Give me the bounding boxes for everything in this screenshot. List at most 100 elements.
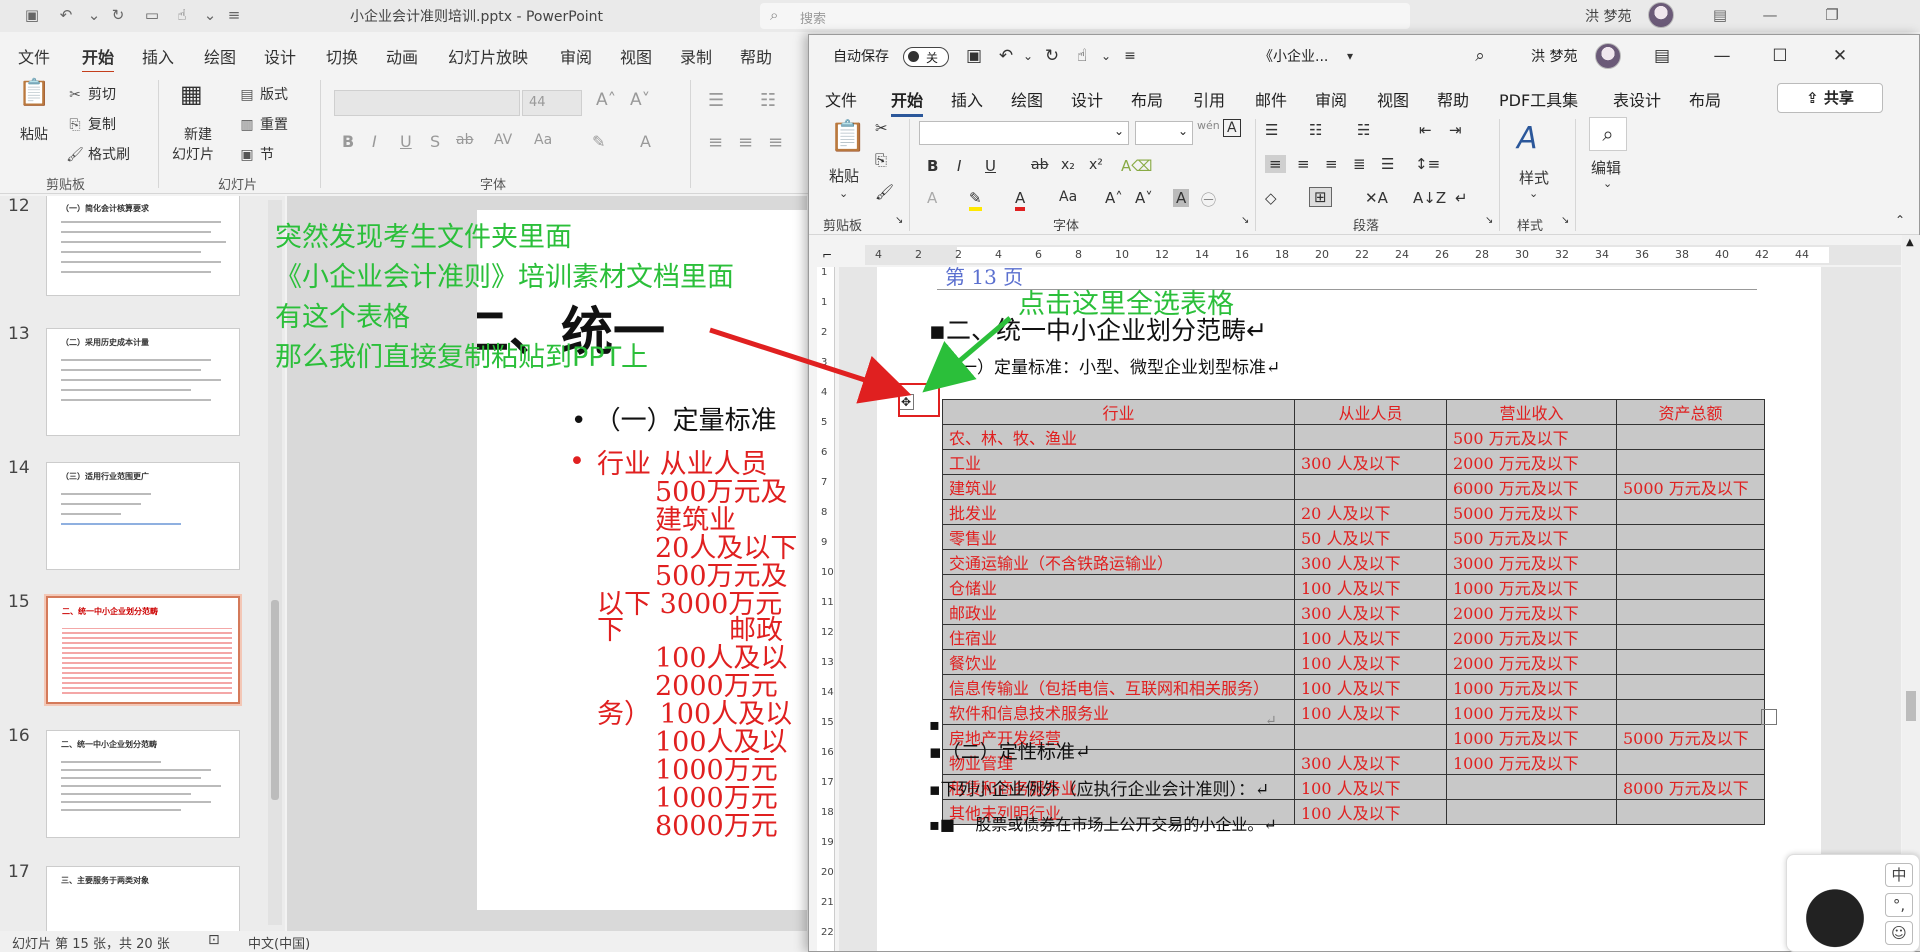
brush-icon[interactable]: 🖌: [875, 183, 894, 201]
table-cell[interactable]: 信息传输业（包括电信、互联网和相关服务）: [942, 674, 1295, 700]
dialog-launcher-icon[interactable]: ↘: [1241, 215, 1249, 226]
scroll-up-icon[interactable]: ▲: [1906, 237, 1914, 248]
tab-help[interactable]: 帮助: [740, 44, 772, 68]
font-size-combo[interactable]: 44: [522, 90, 582, 116]
italic-icon[interactable]: I: [957, 157, 961, 175]
tab-view[interactable]: 视图: [1377, 87, 1409, 111]
clipboard-icon[interactable]: 📋: [829, 119, 866, 154]
table-header-cell[interactable]: 从业人员: [1294, 399, 1447, 425]
ime-toolbar[interactable]: 中 °, ☺: [1786, 854, 1920, 952]
table-cell[interactable]: [1616, 699, 1765, 725]
table-cell[interactable]: 300 人及以下: [1294, 599, 1447, 625]
language-status[interactable]: 中文(中国): [248, 933, 310, 952]
strikethrough-icon[interactable]: ab: [456, 132, 473, 148]
ppt-user-name[interactable]: 洪 梦苑: [1585, 6, 1631, 26]
slide-thumbnail[interactable]: 二、统一中小企业划分范畴: [46, 730, 240, 838]
align-right-icon[interactable]: ≡: [768, 132, 783, 153]
table-cell[interactable]: 工业: [942, 449, 1295, 475]
table-cell[interactable]: 零售业: [942, 524, 1295, 550]
numbering-icon[interactable]: ☷: [1309, 121, 1322, 139]
justify-icon[interactable]: ≣: [1353, 155, 1366, 173]
table-cell[interactable]: 500 万元及以下: [1446, 424, 1617, 450]
grow-font-icon[interactable]: A˄: [1105, 189, 1123, 207]
table-cell[interactable]: 5000 万元及以下: [1446, 499, 1617, 525]
doc-subheading-2[interactable]: ▪（二）定性标准↵: [929, 737, 1091, 764]
slide-thumbnail-selected[interactable]: 二、统一中小企业划分范畴: [44, 594, 242, 706]
share-button[interactable]: ⇪ 共享: [1777, 83, 1883, 113]
align-center-icon[interactable]: ≡: [1297, 155, 1310, 173]
tab-home[interactable]: 开始: [82, 44, 115, 74]
align-right-icon[interactable]: ≡: [1325, 155, 1338, 173]
table-cell[interactable]: [1446, 799, 1617, 825]
font-size-combo[interactable]: ⌄: [1135, 121, 1193, 145]
dialog-launcher-icon[interactable]: ↘: [1561, 215, 1569, 226]
table-cell[interactable]: [1616, 499, 1765, 525]
table-cell[interactable]: 3000 万元及以下: [1446, 549, 1617, 575]
ribbon-display-icon[interactable]: ▤: [1651, 45, 1673, 67]
font-name-combo[interactable]: ⌄: [919, 121, 1129, 145]
table-cell[interactable]: 仓储业: [942, 574, 1295, 600]
vertical-scrollbar[interactable]: ▲: [1902, 235, 1920, 951]
table-cell[interactable]: 300 人及以下: [1294, 549, 1447, 575]
undo-icon[interactable]: ↶: [995, 45, 1017, 67]
shading-icon[interactable]: ◇: [1265, 189, 1277, 207]
doc-exception-line[interactable]: ▪下列小企业例外（应执行企业会计准则）：↵: [929, 775, 1269, 800]
reset-button[interactable]: ▥ 重置: [238, 114, 288, 134]
ime-mode-button[interactable]: 中: [1885, 863, 1913, 887]
font-name-combo[interactable]: [334, 90, 520, 116]
cut-button[interactable]: ✂ 剪切: [66, 84, 116, 104]
slide-thumbnail[interactable]: 三、主要服务于两类对象: [46, 866, 240, 931]
clear-format-icon[interactable]: A⌫: [1121, 157, 1152, 175]
char-border-icon[interactable]: A: [1223, 119, 1241, 137]
doc-bullet-line[interactable]: ▪■ 股票或债券在市场上公开交易的小企业。↵: [929, 811, 1277, 835]
increase-indent-icon[interactable]: ⇥: [1449, 121, 1462, 139]
touch-mode-icon[interactable]: ☝: [172, 5, 192, 25]
new-slide-icon[interactable]: ▦: [180, 80, 203, 108]
table-cell[interactable]: [1616, 424, 1765, 450]
font-color-icon[interactable]: A: [640, 132, 651, 151]
present-icon[interactable]: ▭: [142, 5, 162, 25]
chevron-down-icon[interactable]: ⌄: [1017, 45, 1039, 67]
table-cell[interactable]: [1616, 549, 1765, 575]
table-cell[interactable]: 20 人及以下: [1294, 499, 1447, 525]
tab-view[interactable]: 视图: [620, 44, 652, 68]
tab-design[interactable]: 设计: [264, 44, 296, 68]
avatar[interactable]: [1648, 2, 1674, 28]
borders-icon[interactable]: ⊞: [1309, 187, 1332, 207]
tab-table-design[interactable]: 表设计: [1613, 87, 1661, 111]
tab-layout[interactable]: 布局: [1131, 87, 1163, 111]
dialog-launcher-icon[interactable]: ↘: [1485, 215, 1493, 226]
decrease-font-icon[interactable]: A˅: [630, 90, 650, 110]
multilevel-list-icon[interactable]: ☵: [1357, 121, 1370, 139]
chevron-down-icon[interactable]: ⌄: [1095, 45, 1117, 67]
scrollbar-thumb[interactable]: [271, 600, 279, 800]
table-cell[interactable]: 5000 万元及以下: [1616, 474, 1765, 500]
table-cell[interactable]: 软件和信息技术服务业: [942, 699, 1295, 725]
slide-bullet[interactable]: • （一）定量标准: [571, 400, 777, 437]
table-cell[interactable]: 2000 万元及以下: [1446, 624, 1617, 650]
table-cell[interactable]: 100 人及以下: [1294, 674, 1447, 700]
save-icon[interactable]: ▣: [963, 45, 985, 67]
ime-skin-button[interactable]: ☺: [1885, 921, 1913, 945]
tab-slideshow[interactable]: 幻灯片放映: [448, 44, 528, 68]
underline-icon[interactable]: U: [985, 157, 996, 175]
horizontal-ruler[interactable]: 4 2 2 4 6 8 10 12 14 16 18 20 22 24 26 28 30 32 34 36 38 40 42…: [865, 245, 1901, 265]
document-page[interactable]: 第 13 页 ▪二、统一中小企业划分范畴↵ （一）定量标准：小型、微型企业划型标…: [877, 267, 1821, 951]
tab-review[interactable]: 审阅: [1315, 87, 1347, 111]
new-slide-button-2[interactable]: 幻灯片: [172, 144, 214, 164]
table-resize-handle[interactable]: [1761, 709, 1777, 725]
table-cell[interactable]: [1616, 649, 1765, 675]
find-icon[interactable]: ⌕: [1589, 117, 1627, 151]
redo-icon[interactable]: ↻: [1041, 45, 1063, 67]
align-left-icon[interactable]: ≡: [1265, 155, 1286, 173]
table-cell[interactable]: 住宿业: [942, 624, 1295, 650]
section-button[interactable]: ▣ 节: [238, 144, 274, 164]
maximize-icon[interactable]: ☐: [1769, 45, 1791, 67]
table-cell[interactable]: 建筑业: [942, 474, 1295, 500]
restore-icon[interactable]: ❐: [1822, 5, 1842, 25]
bold-icon[interactable]: B: [927, 157, 938, 175]
tab-draw[interactable]: 绘图: [1011, 87, 1043, 111]
bullets-icon[interactable]: ☰: [708, 90, 724, 111]
chevron-down-icon[interactable]: ⌄: [200, 5, 220, 25]
tab-help[interactable]: 帮助: [1437, 87, 1469, 111]
